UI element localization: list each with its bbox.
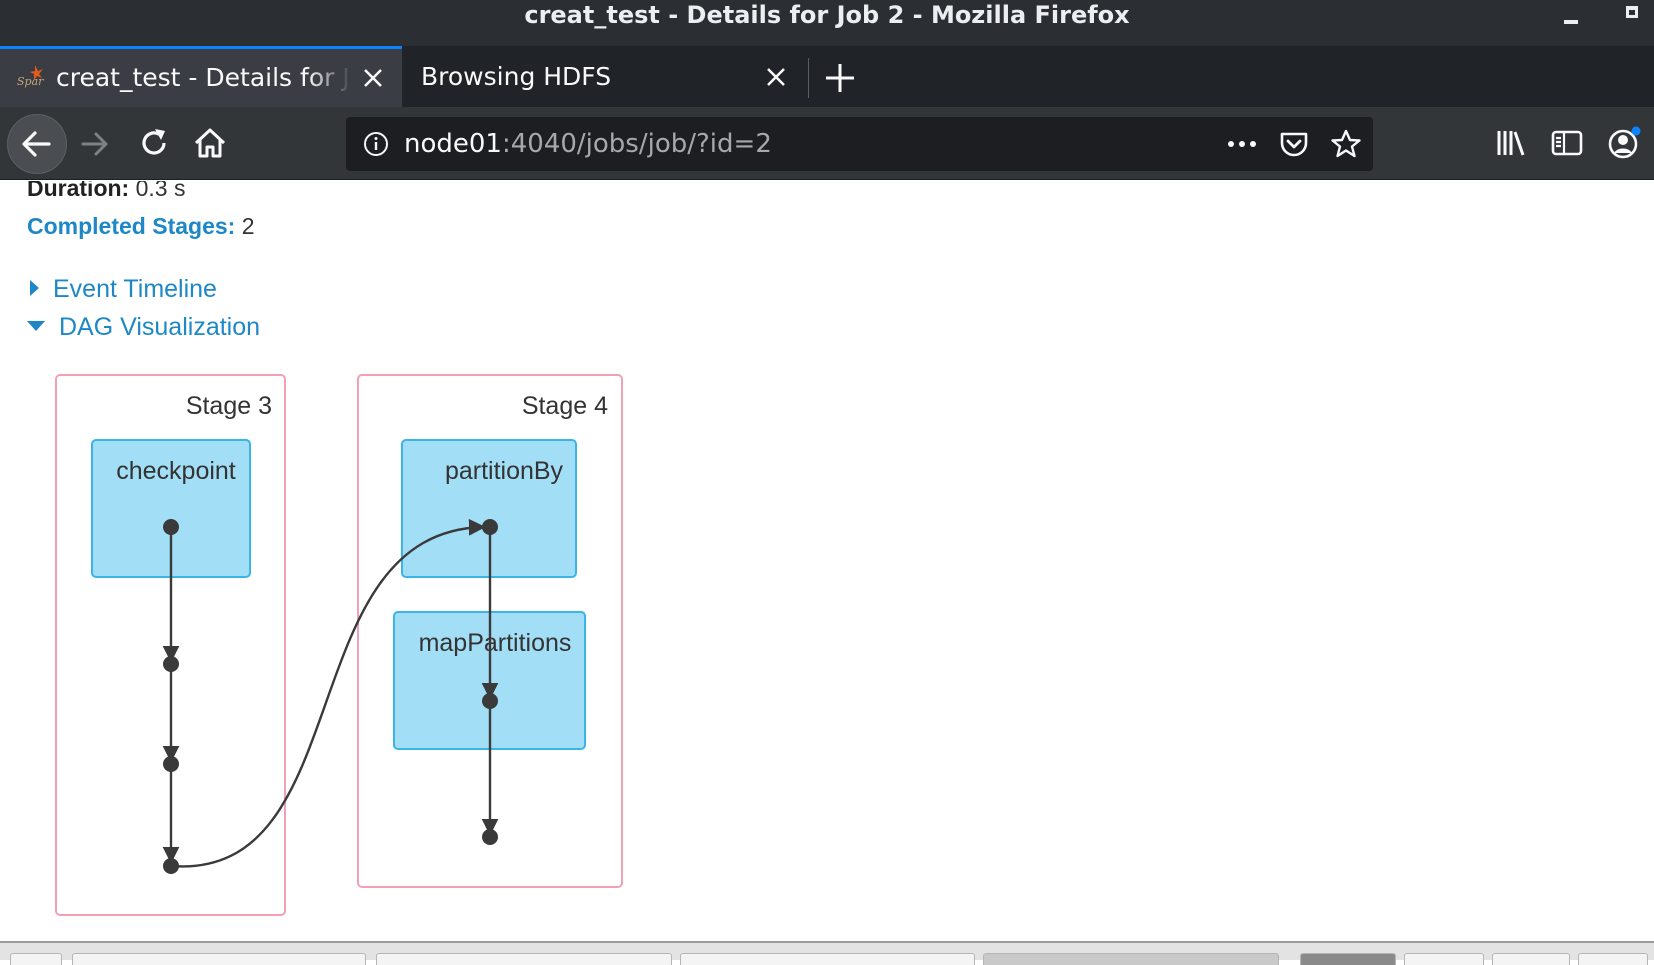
workspace-switcher[interactable]	[1404, 953, 1484, 965]
page-content: Duration: 0.3 s Completed Stages: 2 Even…	[0, 181, 1654, 941]
tab-label: Browsing HDFS	[421, 62, 612, 91]
tab-creat-test-job[interactable]: Spark creat_test - Details for Job 2	[0, 46, 402, 107]
taskbar-item[interactable]	[376, 953, 672, 965]
home-icon[interactable]	[192, 125, 228, 161]
url-bar[interactable]: node01:4040/jobs/job/?id=2	[346, 117, 1373, 171]
library-icon[interactable]	[1494, 126, 1528, 160]
window-title: creat_test - Details for Job 2 - Mozilla…	[524, 1, 1130, 29]
dag-node	[482, 829, 498, 845]
pocket-icon[interactable]	[1278, 128, 1310, 160]
stage-4-label: Stage 4	[522, 392, 608, 420]
dag-node	[482, 519, 498, 535]
more-actions-icon[interactable]	[1224, 129, 1260, 159]
taskbar-item[interactable]	[72, 953, 366, 965]
close-tab-icon[interactable]	[358, 63, 388, 93]
account-icon[interactable]	[1605, 124, 1643, 162]
maximize-icon[interactable]	[1626, 6, 1638, 18]
workspace-switcher[interactable]	[1578, 953, 1648, 965]
site-info-icon[interactable]	[362, 130, 390, 158]
reload-icon[interactable]	[137, 126, 171, 160]
dag-node	[163, 656, 179, 672]
tab-strip: Spark creat_test - Details for Job 2 Bro…	[0, 46, 1654, 107]
close-tab-icon[interactable]	[761, 62, 791, 92]
taskbar-item[interactable]	[680, 953, 975, 965]
back-arrow-icon	[22, 131, 51, 157]
taskbar-item-active[interactable]	[983, 953, 1279, 965]
dag-node	[163, 756, 179, 772]
tab-browsing-hdfs[interactable]: Browsing HDFS	[403, 46, 798, 107]
operation-label: partitionBy	[445, 457, 564, 485]
operation-label: checkpoint	[116, 457, 236, 485]
window-titlebar: creat_test - Details for Job 2 - Mozilla…	[0, 0, 1654, 46]
taskbar-item[interactable]	[10, 953, 62, 965]
dag-node	[163, 519, 179, 535]
spark-icon: Spark	[17, 65, 44, 88]
navigation-toolbar: node01:4040/jobs/job/?id=2	[0, 107, 1654, 180]
new-tab-icon[interactable]	[820, 58, 860, 98]
workspace-switcher[interactable]	[1492, 953, 1570, 965]
url-text[interactable]: node01:4040/jobs/job/?id=2	[404, 117, 772, 171]
operation-label: mapPartitions	[419, 629, 572, 657]
dag-node	[163, 858, 179, 874]
forward-arrow-icon[interactable]	[78, 127, 112, 161]
bookmark-star-icon[interactable]	[1330, 128, 1362, 160]
dag-node	[482, 693, 498, 709]
back-button[interactable]	[7, 114, 67, 174]
url-host: node01	[404, 129, 502, 159]
stage-3-label: Stage 3	[186, 392, 272, 420]
tab-separator	[808, 58, 809, 98]
sidebar-icon[interactable]	[1550, 126, 1584, 160]
dag-graph: Stage 3 checkpoint Stage 4 partitionBy m…	[55, 374, 623, 916]
tab-label: creat_test - Details for Job 2	[56, 63, 352, 92]
url-path: :4040/jobs/job/?id=2	[501, 129, 772, 159]
minimize-icon[interactable]	[1564, 20, 1578, 24]
workspace-switcher[interactable]	[1300, 953, 1396, 965]
taskbar	[0, 941, 1654, 965]
